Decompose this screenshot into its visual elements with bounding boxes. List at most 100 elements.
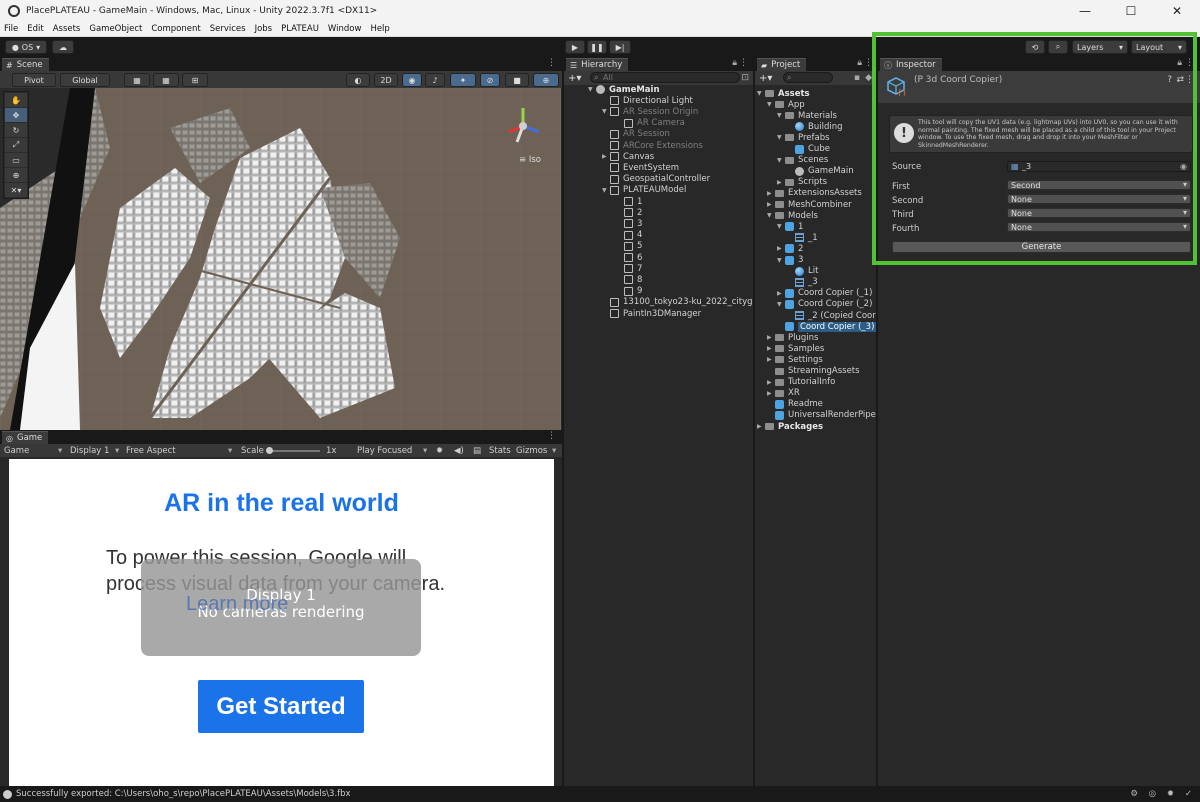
expanded-arrow-icon[interactable]: ▼	[767, 212, 775, 219]
create-asset-button[interactable]: +▾	[759, 73, 772, 84]
hierarchy-row[interactable]: ▶ Canvas	[602, 151, 654, 162]
hierarchy-row[interactable]: ARCore Extensions	[602, 140, 703, 151]
scale-slider[interactable]	[266, 447, 320, 454]
scene-tab-menu-icon[interactable]: ⋮	[547, 58, 556, 68]
project-row[interactable]: ▼ 3	[777, 255, 803, 266]
debug-icon[interactable]: ✹	[1167, 789, 1174, 799]
project-row[interactable]: ▶ 2	[777, 243, 803, 254]
play-button[interactable]: ▶	[565, 40, 585, 54]
transform-tool-button[interactable]: ⊕	[5, 168, 27, 182]
collapsed-arrow-icon[interactable]: ▶	[767, 390, 775, 397]
project-row[interactable]: ▶ ExtensionsAssets	[767, 188, 862, 199]
hierarchy-row[interactable]: EventSystem	[602, 162, 679, 173]
undo-history-button[interactable]: ⟲	[1025, 40, 1045, 54]
draw-mode-button[interactable]: ◐	[346, 73, 370, 87]
collapsed-arrow-icon[interactable]: ▶	[767, 201, 775, 208]
project-row[interactable]: GameMain	[787, 166, 854, 177]
second-dropdown[interactable]: None	[1007, 194, 1191, 204]
game-view-canvas[interactable]: AR in the real world To power this sessi…	[9, 459, 554, 786]
tab-project[interactable]: ▰ Project	[757, 58, 807, 71]
layers-dropdown[interactable]: Layers ▾	[1072, 40, 1128, 54]
hierarchy-row[interactable]: 9	[616, 286, 642, 297]
project-row[interactable]: ▼ 1	[777, 221, 803, 232]
hierarchy-menu-icon[interactable]: ⋮	[739, 58, 748, 68]
snap-increment-button[interactable]: ▦	[153, 73, 179, 87]
menu-component[interactable]: Component	[151, 24, 200, 34]
collapsed-arrow-icon[interactable]: ▶	[767, 334, 775, 341]
pause-button[interactable]: ❚❚	[587, 40, 607, 54]
project-row[interactable]: Coord Copier (_3)	[777, 321, 876, 332]
view-tool-button[interactable]: ✋	[5, 93, 27, 107]
menu-gameobject[interactable]: GameObject	[89, 24, 142, 34]
2d-toggle[interactable]: 2D	[374, 73, 398, 87]
help-icon[interactable]: ?	[1167, 75, 1172, 85]
project-search-input[interactable]: ⌕	[783, 72, 833, 83]
expanded-arrow-icon[interactable]: ▼	[757, 90, 765, 97]
project-row[interactable]: UniversalRenderPipeli	[767, 410, 876, 421]
hierarchy-row[interactable]: AR Camera	[616, 118, 685, 129]
fourth-dropdown[interactable]: None	[1007, 222, 1191, 232]
step-button[interactable]: ▶|	[609, 40, 631, 54]
tab-scene[interactable]: # Scene	[2, 58, 49, 71]
hierarchy-row[interactable]: Directional Light	[602, 95, 693, 106]
game-tab-menu-icon[interactable]: ⋮	[547, 431, 556, 441]
stats-toggle[interactable]: Stats	[489, 446, 511, 456]
first-dropdown[interactable]: Second	[1007, 180, 1191, 190]
expanded-arrow-icon[interactable]: ▼	[602, 187, 610, 194]
gizmos-dropdown[interactable]: Gizmos	[516, 446, 547, 456]
object-picker-icon[interactable]: ◉	[1180, 162, 1187, 171]
menu-edit[interactable]: Edit	[27, 24, 43, 34]
menu-file[interactable]: File	[4, 24, 18, 34]
project-row[interactable]: ▼ Materials	[777, 110, 837, 121]
expanded-arrow-icon[interactable]: ▼	[767, 101, 775, 108]
scene-visibility-icon[interactable]: ⊡	[741, 73, 749, 83]
presets-icon[interactable]: ⇄	[1176, 75, 1184, 85]
menu-window[interactable]: Window	[328, 24, 362, 34]
source-object-field[interactable]: ▦ _3 ◉	[1007, 161, 1191, 172]
collapsed-arrow-icon[interactable]: ▶	[767, 190, 775, 197]
hierarchy-row[interactable]: PaintIn3DManager	[602, 308, 701, 319]
rect-tool-button[interactable]: ▭	[5, 153, 27, 167]
collapsed-arrow-icon[interactable]: ▶	[767, 345, 775, 352]
project-row[interactable]: ▶ Coord Copier (_1)	[777, 288, 872, 299]
hierarchy-row[interactable]: GeospatialController	[602, 174, 710, 185]
project-row[interactable]: Readme	[767, 399, 823, 410]
camera-settings-button[interactable]: ■	[505, 73, 529, 87]
orientation-gizmo[interactable]	[501, 102, 545, 150]
cloud-button[interactable]: ☁	[52, 40, 74, 54]
display-dropdown[interactable]: Display 1	[70, 446, 109, 456]
project-row[interactable]: ▶ Packages	[757, 421, 823, 432]
hierarchy-row[interactable]: 6	[616, 252, 642, 263]
expanded-arrow-icon[interactable]: ▼	[777, 301, 785, 308]
layout-dropdown[interactable]: Layout ▾	[1131, 40, 1187, 54]
project-row[interactable]: ▼ Scenes	[777, 155, 828, 166]
iso-label[interactable]: ≡ Iso	[519, 155, 541, 165]
menu-services[interactable]: Services	[210, 24, 246, 34]
project-row[interactable]: ▼ Models	[767, 210, 818, 221]
project-row[interactable]: Lit	[787, 266, 818, 277]
close-button[interactable]: ✕	[1154, 0, 1200, 22]
third-dropdown[interactable]: None	[1007, 208, 1191, 218]
hierarchy-row[interactable]: AR Session	[602, 129, 670, 140]
inspector-menu-icon[interactable]: ⋮	[1185, 58, 1194, 68]
hierarchy-row[interactable]: 4	[616, 230, 642, 241]
tab-inspector[interactable]: ⓘ Inspector	[880, 58, 942, 71]
increment-snap-button[interactable]: ⊞	[182, 73, 208, 87]
audio-toggle[interactable]: ♪	[425, 73, 445, 87]
project-row[interactable]: ▶ MeshCombiner	[767, 199, 852, 210]
project-row[interactable]: _3	[787, 277, 818, 288]
project-row[interactable]: StreamingAssets	[767, 366, 860, 377]
expanded-arrow-icon[interactable]: ▼	[602, 108, 610, 115]
hierarchy-search-input[interactable]: ⌕ All	[590, 72, 740, 83]
project-row[interactable]: ▶ Settings	[767, 354, 823, 365]
context-menu-icon[interactable]: ⋮	[1185, 75, 1194, 85]
minimize-button[interactable]: —	[1062, 0, 1108, 22]
learn-more-link[interactable]: Learn more	[186, 593, 288, 616]
audio-mute-icon[interactable]: ◀)	[454, 446, 464, 456]
expanded-arrow-icon[interactable]: ▼	[777, 157, 785, 164]
hierarchy-row[interactable]: 13100_tokyo23-ku_2022_citygml_	[602, 297, 753, 308]
network-icon[interactable]: ⚙	[1130, 789, 1138, 799]
collapsed-arrow-icon[interactable]: ▶	[757, 423, 765, 430]
hierarchy-row[interactable]: 5	[616, 241, 642, 252]
project-row[interactable]: ▼ App	[767, 99, 805, 110]
